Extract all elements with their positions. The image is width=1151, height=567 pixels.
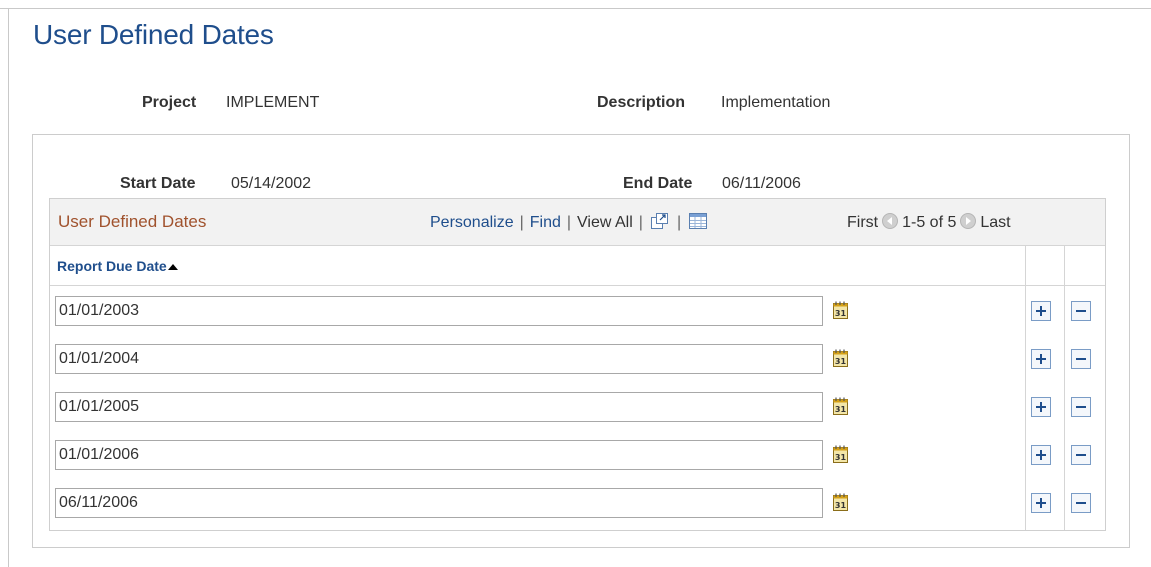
page-title: User Defined Dates xyxy=(33,19,274,50)
start-date-label: Start Date xyxy=(120,175,196,192)
end-date-label: End Date xyxy=(623,175,693,192)
next-page-icon[interactable] xyxy=(960,213,977,229)
personalize-link[interactable]: Personalize xyxy=(430,214,514,231)
user-defined-dates-grid: User Defined Dates Personalize | Find | View… xyxy=(49,198,1106,531)
svg-text:31: 31 xyxy=(835,405,847,414)
delete-row-icon[interactable] xyxy=(1071,301,1091,321)
report-due-date-input[interactable] xyxy=(55,392,823,422)
table-row: 31 xyxy=(50,344,1105,392)
table-row: 31 xyxy=(50,392,1105,440)
frame-left-border xyxy=(8,8,9,567)
first-label: First xyxy=(847,214,879,231)
end-date-value: 06/11/2006 xyxy=(722,175,801,192)
project-label: Project xyxy=(142,94,197,111)
delete-row-icon[interactable] xyxy=(1071,397,1091,417)
add-row-icon[interactable] xyxy=(1031,493,1051,513)
calendar-icon[interactable]: 31 xyxy=(833,349,849,367)
add-row-icon[interactable] xyxy=(1031,397,1051,417)
table-row: 31 xyxy=(50,296,1105,344)
find-link[interactable]: Find xyxy=(530,214,561,231)
column-header-row: Report Due Date xyxy=(50,246,1105,286)
table-row: 31 xyxy=(50,488,1105,536)
report-due-date-input[interactable] xyxy=(55,488,823,518)
description-value: Implementation xyxy=(721,94,831,111)
svg-text:31: 31 xyxy=(835,309,847,318)
start-date-value: 05/14/2002 xyxy=(231,175,312,192)
description-label: Description xyxy=(597,94,686,111)
grid-title: User Defined Dates xyxy=(58,212,207,231)
add-row-icon[interactable] xyxy=(1031,301,1051,321)
report-due-date-header-label: Report Due Date xyxy=(57,258,167,274)
report-due-date-input[interactable] xyxy=(55,296,823,326)
svg-text:31: 31 xyxy=(835,453,847,462)
download-spreadsheet-icon[interactable] xyxy=(689,213,708,234)
separator: | xyxy=(566,214,572,231)
view-all-link[interactable]: View All xyxy=(577,214,633,231)
separator: | xyxy=(519,214,524,231)
separator: | xyxy=(676,214,682,231)
frame-top-border xyxy=(0,8,1151,9)
svg-text:31: 31 xyxy=(835,501,847,510)
calendar-icon[interactable]: 31 xyxy=(833,445,849,463)
calendar-icon[interactable]: 31 xyxy=(833,493,849,511)
project-value: IMPLEMENT xyxy=(226,94,320,111)
last-label: Last xyxy=(980,214,1011,231)
separator: | xyxy=(638,214,643,231)
report-due-date-input[interactable] xyxy=(55,344,823,374)
add-row-icon[interactable] xyxy=(1031,349,1051,369)
grid-header: User Defined Dates Personalize | Find | View… xyxy=(50,199,1105,246)
row-range: 1-5 of 5 xyxy=(902,214,957,231)
table-row: 31 xyxy=(50,440,1105,488)
report-due-date-input[interactable] xyxy=(55,440,823,470)
previous-page-icon[interactable] xyxy=(882,213,899,229)
delete-row-icon[interactable] xyxy=(1071,349,1091,369)
add-row-icon[interactable] xyxy=(1031,445,1051,465)
delete-row-icon[interactable] xyxy=(1071,493,1091,513)
calendar-icon[interactable]: 31 xyxy=(833,301,849,319)
delete-row-icon[interactable] xyxy=(1071,445,1091,465)
svg-text:31: 31 xyxy=(835,357,847,366)
grid-toolbar: Personalize | Find | View All | | xyxy=(430,213,709,234)
calendar-icon[interactable]: 31 xyxy=(833,397,849,415)
zoom-grid-icon[interactable] xyxy=(650,213,669,234)
report-due-date-column-header[interactable]: Report Due Date xyxy=(57,258,178,274)
pagination: First 1-5 of 5 Last xyxy=(847,213,1011,232)
sort-ascending-icon xyxy=(167,264,178,270)
